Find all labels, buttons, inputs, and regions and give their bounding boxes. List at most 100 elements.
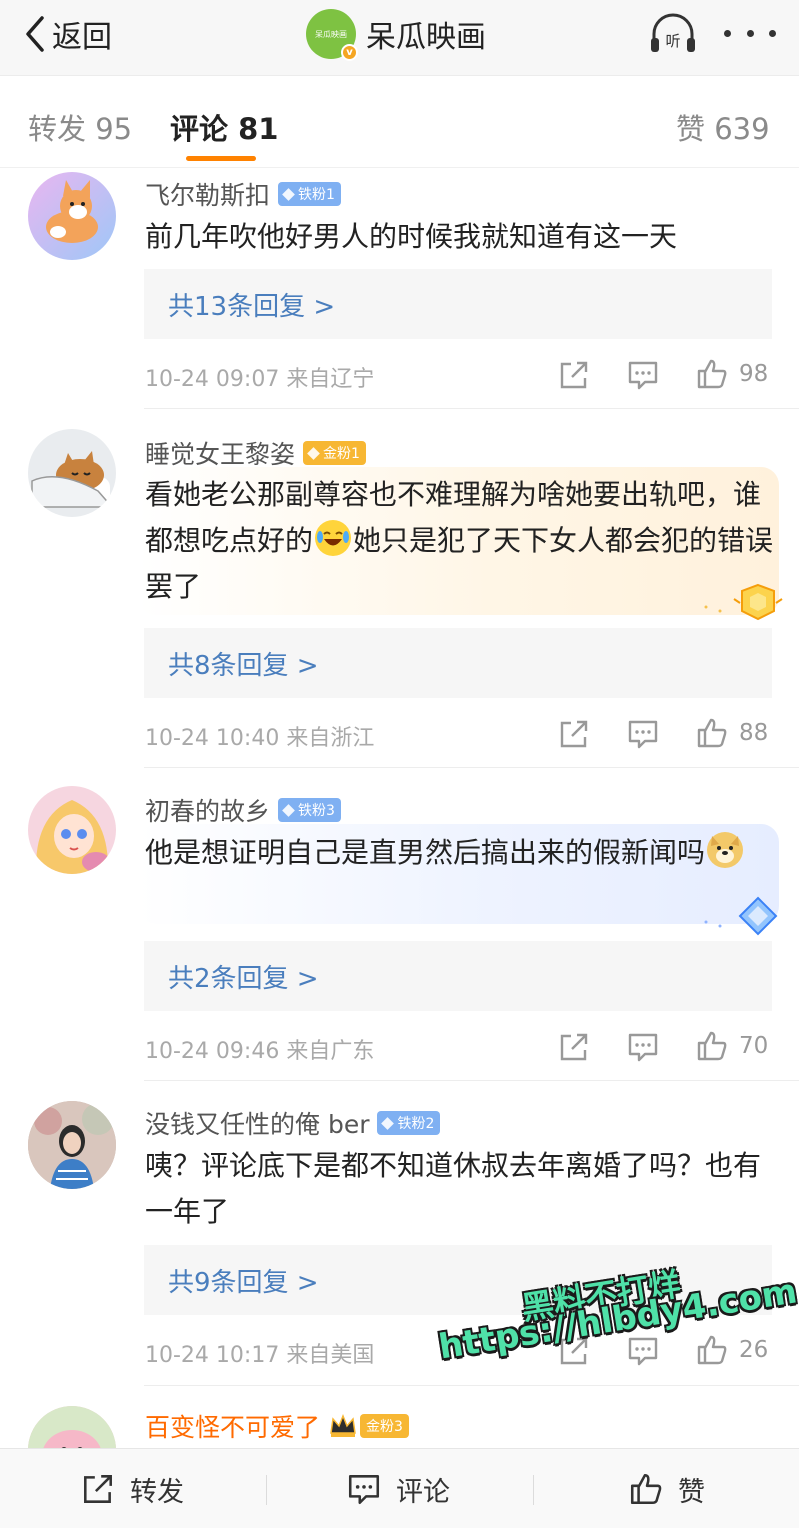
username-text: 百变怪不可爱了 [145,1413,321,1442]
comment-username[interactable]: 百变怪不可爱了 金粉3 [145,1408,409,1444]
comment-location: 来自辽宁 [286,367,375,392]
username-text: 飞尔勒斯扣 [145,181,271,210]
badge-label: 金粉1 [323,446,360,462]
comment-time: 10-24 10:40 [145,726,280,751]
badge-label: 铁粉2 [397,1116,435,1132]
badge-label: 铁粉3 [298,803,335,819]
comment-text: 他是想证明自己是直男然后搞出来的假新闻吗 [145,830,775,876]
view-replies-link[interactable]: 共2条回复 > [144,941,772,1011]
diamond-icon [282,187,295,201]
like-button[interactable]: 98 [695,357,768,391]
comment-meta: 10-24 10:40 来自浙江 [145,720,374,752]
dot-icon [724,29,731,37]
account-logo-text: 呆瓜映画 [315,29,347,39]
reply-icon[interactable] [626,1030,660,1064]
more-options-button[interactable] [724,20,776,46]
comment-time: 10-24 10:17 [145,1343,280,1368]
avatar[interactable] [28,1406,116,1448]
avatar[interactable] [28,429,116,517]
view-replies-link[interactable]: 共8条回复 > [144,628,772,698]
top-nav-bar: 返回 呆瓜映画 v 呆瓜映画 听 [0,0,799,76]
bottom-repost-label: 转发 [130,1476,184,1508]
avatar[interactable] [28,172,116,260]
like-button[interactable]: 70 [695,1029,768,1063]
thumbs-up-icon [697,718,727,748]
fan-badge[interactable]: 金粉1 [303,441,366,465]
diamond-icon [307,446,320,460]
fan-badge[interactable]: 金粉3 [360,1414,409,1438]
comment-text-part: 他是想证明自己是直男然后搞出来的假新闻吗 [145,836,706,869]
headphones-icon: 听 [651,13,695,52]
like-count: 98 [739,361,769,387]
share-icon[interactable] [557,1030,591,1064]
divider [533,1475,534,1505]
comment-text: 咦？评论底下是都不知道休叔去年离婚了吗？也有一年了 [145,1149,762,1228]
comment-item: 没钱又任性的俺 ber 铁粉2 咦？评论底下是都不知道休叔去年离婚了吗？也有一年… [0,1081,799,1385]
comment-username[interactable]: 飞尔勒斯扣 铁粉1 [145,176,341,212]
account-avatar[interactable]: 呆瓜映画 v [306,9,358,61]
like-count: 26 [739,1337,769,1363]
verified-badge-icon: v [341,44,358,61]
bottom-repost-button[interactable]: 转发 [80,1449,184,1528]
doge-emoji-icon [707,832,744,868]
chevron-left-icon [26,16,44,52]
bottom-like-label: 赞 [678,1476,705,1508]
photo-person-avatar-icon [28,1101,116,1189]
bottom-comment-label: 评论 [396,1476,450,1508]
bottom-action-bar: 转发 评论 赞 [0,1448,799,1528]
comment-location: 来自美国 [286,1343,375,1368]
comment-item: 初春的故乡 铁粉3 他是想证明自己是直男然后搞出来的假新闻吗 共2条回复 > 1… [0,768,799,1080]
anime-girl-avatar-icon [35,800,110,874]
comment-location: 来自广东 [286,1039,375,1064]
avatar[interactable] [28,1101,116,1189]
diamond-gem-icon [704,896,778,936]
listen-button[interactable]: 听 [648,12,698,56]
avatar[interactable] [28,786,116,874]
fan-badge[interactable]: 铁粉1 [278,182,341,206]
fan-badge[interactable]: 铁粉2 [377,1111,441,1135]
thumbs-up-icon [697,1031,727,1061]
view-replies-link[interactable]: 共13条回复 > [144,269,772,339]
tab-repost[interactable]: 转发 95 [28,106,132,148]
tab-active-indicator [186,156,256,161]
comment-time: 10-24 09:07 [145,367,280,392]
comment-username[interactable]: 睡觉女王黎姿 金粉1 [145,435,366,471]
dot-icon [769,29,776,37]
comment-text: 看她老公那副尊容也不难理解为啥她要出轨吧，谁都想吃点好的 她只是犯了天下女人都会犯… [145,472,775,610]
fan-badge[interactable]: 铁粉3 [278,798,341,822]
comment-meta: 10-24 10:17 来自美国 [145,1337,374,1369]
comment-meta: 10-24 09:07 来自辽宁 [145,361,374,393]
username-text: 睡觉女王黎姿 [145,440,296,469]
diamond-icon [381,1116,395,1130]
like-button[interactable]: 88 [695,716,768,750]
bottom-comment-button[interactable]: 评论 [346,1449,450,1528]
share-icon [84,1475,112,1503]
comment-icon [348,1475,380,1505]
reply-icon[interactable] [626,1334,660,1368]
share-icon[interactable] [557,358,591,392]
account-name: 呆瓜映画 [366,20,486,55]
sleeping-cat-avatar-icon [31,451,114,508]
account-header[interactable]: 呆瓜映画 v 呆瓜映画 [306,8,486,61]
like-button[interactable]: 26 [695,1333,768,1367]
back-label: 返回 [52,20,112,55]
badge-label: 金粉3 [366,1419,403,1435]
divider [266,1475,267,1505]
back-button[interactable]: 返回 [22,12,112,56]
bottom-like-button[interactable]: 赞 [628,1449,705,1528]
like-count: 88 [739,720,769,746]
dot-icon [746,29,754,37]
reply-icon[interactable] [626,717,660,751]
badge-label: 铁粉1 [298,187,335,203]
comment-item: 睡觉女王黎姿 金粉1 看她老公那副尊容也不难理解为啥她要出轨吧，谁都想吃点好的她… [0,409,799,767]
share-icon[interactable] [557,717,591,751]
tab-like[interactable]: 赞 639 [676,106,770,148]
diamond-icon [282,803,295,817]
comment-text: 前几年吹他好男人的时候我就知道有这一天 [145,220,678,253]
comment-username[interactable]: 没钱又任性的俺 ber 铁粉2 [145,1105,441,1141]
tab-comment[interactable]: 评论 81 [170,106,278,148]
username-text: 没钱又任性的俺 ber [145,1110,370,1139]
comment-username[interactable]: 初春的故乡 铁粉3 [145,792,341,828]
tab-bar: 转发 95 评论 81 赞 639 [0,76,799,168]
reply-icon[interactable] [626,358,660,392]
